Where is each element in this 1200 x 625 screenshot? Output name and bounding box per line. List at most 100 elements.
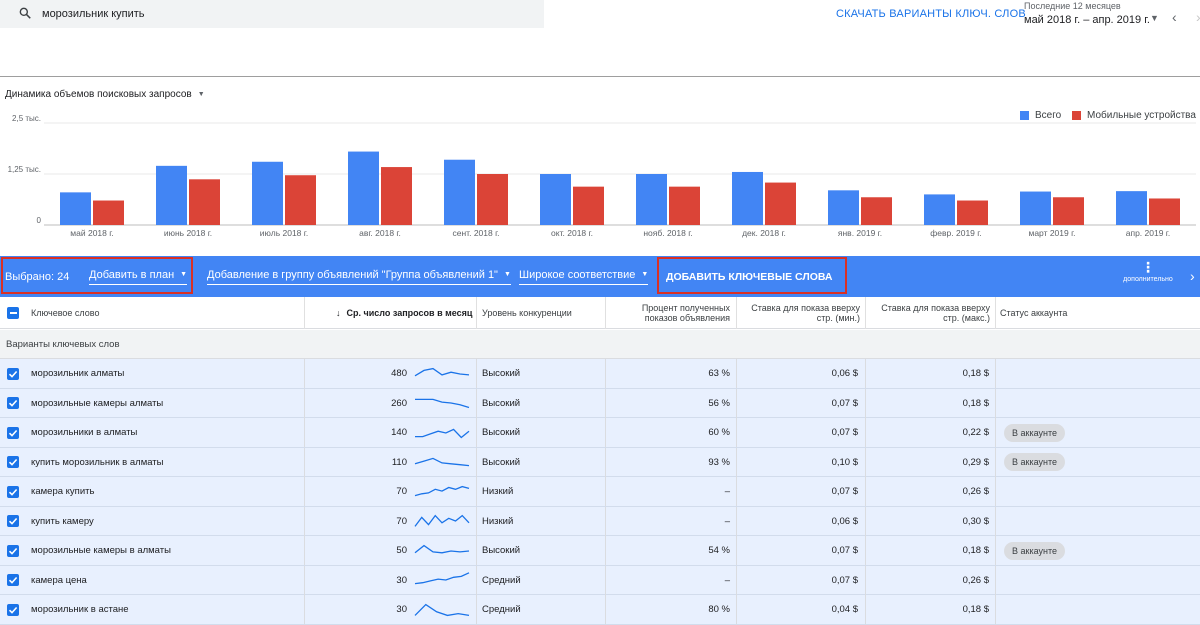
header-bid-low[interactable]: Ставка для показа вверху стр. (мин.) — [740, 297, 860, 329]
row-checkbox[interactable] — [7, 389, 19, 418]
header-avg-searches-label: Ср. число запросов в месяц — [346, 308, 473, 318]
chart-bar — [93, 200, 124, 225]
account-status-badge[interactable]: В аккаунте — [1004, 448, 1065, 477]
competition-cell: Низкий — [482, 515, 514, 527]
chart-type-select[interactable]: Динамика объемов поисковых запросов ▼ — [5, 89, 205, 100]
column-divider — [476, 565, 477, 595]
impression-share-cell: 93 % — [708, 456, 730, 468]
row-checkbox[interactable] — [7, 418, 19, 447]
date-range-picker[interactable]: Последние 12 месяцев май 2018 г. – апр. … — [1024, 1, 1200, 26]
ad-group-select[interactable]: Добавление в группу объявлений "Группа о… — [207, 256, 511, 297]
account-status-badge[interactable]: В аккаунте — [1004, 536, 1065, 565]
header-bid-high-line1: Ставка для показа вверху — [881, 303, 990, 313]
row-checkbox[interactable] — [7, 448, 19, 477]
avg-searches-cell: 70 — [396, 486, 407, 497]
download-keywords-button[interactable]: СКАЧАТЬ ВАРИАНТЫ КЛЮЧ. СЛОВ — [836, 8, 1026, 20]
chart-bar — [60, 192, 91, 225]
keyword-cell: купить морозильник в алматы — [31, 456, 164, 468]
header-keyword[interactable]: Ключевое слово — [31, 297, 99, 329]
search-input[interactable]: морозильник купить — [42, 8, 145, 20]
header-bid-low-line1: Ставка для показа вверху — [751, 303, 860, 313]
table-row[interactable]: морозильные камеры в алматы 50 Высокий 54 %… — [0, 536, 1200, 566]
select-all-checkbox[interactable] — [7, 297, 19, 329]
impression-share-cell: – — [724, 486, 730, 497]
bid-low-cell: 0,06 $ — [831, 515, 858, 527]
row-checkbox[interactable] — [7, 536, 19, 565]
x-tick-label: нояб. 2018 г. — [643, 228, 692, 238]
row-checkbox[interactable] — [7, 507, 19, 536]
x-tick-label: сент. 2018 г. — [452, 228, 499, 238]
table-row[interactable]: морозильные камеры алматы 260 Высокий 56 % 0… — [0, 388, 1200, 418]
add-to-plan-label: Добавить в план — [89, 268, 175, 281]
column-divider — [476, 595, 477, 624]
add-keywords-button[interactable]: ДОБАВИТЬ КЛЮЧЕВЫЕ СЛОВА — [666, 256, 833, 297]
checkbox-check-icon — [7, 397, 19, 409]
row-checkbox[interactable] — [7, 359, 19, 388]
chevron-down-icon[interactable]: ▼ — [1150, 13, 1159, 23]
chart-bar — [861, 197, 892, 225]
column-divider — [476, 418, 477, 447]
avg-searches-cell: 110 — [391, 456, 407, 468]
column-divider — [736, 506, 737, 536]
period-value[interactable]: май 2018 г. – апр. 2019 г. — [1024, 14, 1150, 26]
prev-period-icon[interactable]: ‹ — [1172, 9, 1177, 25]
column-divider — [995, 447, 996, 477]
next-period-icon[interactable]: › — [1196, 9, 1200, 25]
column-divider — [304, 418, 305, 447]
chevron-down-icon: ▼ — [641, 271, 649, 278]
header-competition[interactable]: Уровень конкуренции — [482, 297, 572, 329]
column-divider — [605, 388, 606, 418]
bid-high-cell: 0,26 $ — [962, 574, 989, 586]
impression-share-cell: 63 % — [708, 368, 730, 379]
column-divider — [304, 565, 305, 595]
row-checkbox[interactable] — [7, 566, 19, 595]
header-impression-share[interactable]: Процент полученных показов объявления — [610, 297, 730, 329]
period-label: Последние 12 месяцев — [1024, 1, 1121, 11]
impression-share-cell: – — [724, 574, 730, 586]
table-row[interactable]: купить камеру 70 Низкий – 0,06 $ 0,30 $ — [0, 506, 1200, 536]
sort-arrow-icon: ↓ — [336, 308, 341, 318]
header-avg-searches[interactable]: ↓ Ср. число запросов в месяц — [336, 297, 472, 329]
match-type-select[interactable]: Широкое соответствие ▼ — [519, 256, 649, 297]
trend-sparkline — [413, 566, 471, 595]
row-checkbox[interactable] — [7, 477, 19, 506]
add-to-plan-button[interactable]: Добавить в план ▼ — [89, 256, 188, 297]
column-divider — [865, 536, 866, 565]
table-row[interactable]: морозильник в астане 30 Средний 80 % 0,04 $ 0… — [0, 595, 1200, 625]
more-button[interactable]: ⋮ дополнительно — [1120, 259, 1176, 283]
row-checkbox[interactable] — [7, 595, 19, 624]
checkbox-check-icon — [7, 603, 19, 616]
sparkline-line — [414, 367, 470, 376]
column-divider — [995, 506, 996, 536]
chevron-right-icon[interactable]: › — [1190, 268, 1195, 284]
keyword-cell: камера купить — [31, 486, 95, 497]
chart-bar — [252, 161, 283, 225]
account-status-badge[interactable]: В аккаунте — [1004, 418, 1065, 447]
bid-low-cell: 0,07 $ — [831, 574, 858, 586]
keyword-cell: морозильные камеры в алматы — [31, 545, 171, 556]
header-bid-high[interactable]: Ставка для показа вверху стр. (макс.) — [870, 297, 990, 329]
chart-bar — [348, 151, 379, 225]
sparkline-line — [415, 428, 470, 438]
more-vert-icon: ⋮ — [1141, 259, 1155, 275]
bid-high-cell: 0,30 $ — [962, 515, 989, 527]
trend-sparkline — [413, 448, 471, 477]
column-divider — [995, 565, 996, 595]
table-row[interactable]: камера купить 70 Низкий – 0,07 $ 0,26 $ — [0, 477, 1200, 507]
column-divider — [736, 359, 737, 388]
table-row[interactable]: купить морозильник в алматы 110 Высокий 93 … — [0, 447, 1200, 477]
trend-sparkline — [413, 595, 471, 624]
table-row[interactable]: морозильник алматы 480 Высокий 63 % 0,06 $ 0,… — [0, 359, 1200, 389]
header-status[interactable]: Статус аккаунта — [1000, 297, 1067, 329]
column-divider — [605, 565, 606, 595]
selected-count: Выбрано: 24 — [5, 270, 70, 283]
x-tick-label: янв. 2019 г. — [838, 228, 882, 238]
sparkline-line — [414, 603, 470, 616]
search-bar[interactable]: морозильник купить — [0, 0, 544, 28]
column-divider — [605, 447, 606, 477]
table-row[interactable]: морозильники в алматы 140 Высокий 60 % 0,07 … — [0, 418, 1200, 448]
x-tick-label: июль 2018 г. — [260, 228, 308, 238]
x-tick-label: май 2018 г. — [70, 228, 113, 238]
sparkline-graph — [414, 514, 470, 527]
table-row[interactable]: камера цена 30 Средний – 0,07 $ 0,26 $ — [0, 565, 1200, 595]
